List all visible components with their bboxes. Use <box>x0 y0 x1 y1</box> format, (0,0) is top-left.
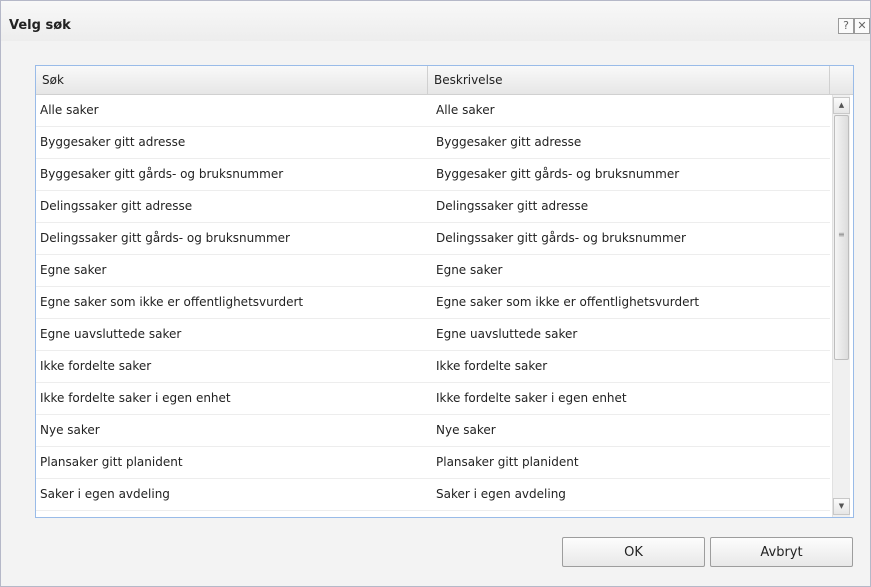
column-header-sok[interactable]: Søk <box>36 66 428 94</box>
cell-beskrivelse: Saker i egen avdeling <box>436 487 566 501</box>
scroll-down-arrow-icon[interactable]: ▼ <box>833 498 850 515</box>
table-row[interactable]: Byggesaker gitt gårds- og bruksnummer Byg… <box>36 159 830 191</box>
column-header-filler <box>830 66 853 94</box>
cancel-button[interactable]: Avbryt <box>710 537 853 567</box>
table-row[interactable]: Byggesaker gitt adresse Byggesaker gitt a… <box>36 127 830 159</box>
help-icon[interactable]: ? <box>838 18 854 34</box>
cell-beskrivelse: Ikke fordelte saker <box>436 359 548 373</box>
cell-sok: Byggesaker gitt adresse <box>40 135 186 149</box>
cell-sok: Delingssaker gitt adresse <box>40 199 193 213</box>
cell-sok: Nye saker <box>40 423 100 437</box>
cell-beskrivelse: Nye saker <box>436 423 496 437</box>
close-icon[interactable]: ✕ <box>854 18 870 34</box>
cell-beskrivelse: Egne saker som ikke er offentlighetsvurd… <box>436 295 700 309</box>
grid-header: Søk Beskrivelse <box>36 66 853 95</box>
cell-beskrivelse: Alle saker <box>436 103 495 117</box>
cell-sok: Byggesaker gitt gårds- og bruksnummer <box>40 167 284 181</box>
scrollbar-thumb[interactable]: ≡ <box>834 115 849 360</box>
table-row[interactable]: Egne saker som ikke er offentlighetsvurd… <box>36 287 830 319</box>
cell-beskrivelse: Plansaker gitt planident <box>436 455 579 469</box>
grid-body: Alle saker Alle saker Byggesaker gitt adr… <box>36 95 830 517</box>
table-row[interactable]: Nye saker Nye saker <box>36 415 830 447</box>
cell-sok: Egne uavsluttede saker <box>40 327 182 341</box>
cell-beskrivelse: Byggesaker gitt gårds- og bruksnummer <box>436 167 680 181</box>
cell-sok: Delingssaker gitt gårds- og bruksnummer <box>40 231 290 245</box>
cell-beskrivelse: Egne saker <box>436 263 503 277</box>
table-row[interactable]: Saker i egen avdeling Saker i egen avdeli… <box>36 479 830 511</box>
table-row[interactable]: Plansaker gitt planident Plansaker gitt p… <box>36 447 830 479</box>
cell-beskrivelse: Delingssaker gitt gårds- og bruksnummer <box>436 231 686 245</box>
cell-sok: Plansaker gitt planident <box>40 455 183 469</box>
cell-sok: Ikke fordelte saker <box>40 359 152 373</box>
table-row[interactable]: Delingssaker gitt adresse Delingssaker gi… <box>36 191 830 223</box>
dialog-title: Velg søk <box>9 18 71 33</box>
table-row[interactable]: Delingssaker gitt gårds- og bruksnummer D… <box>36 223 830 255</box>
cell-beskrivelse: Byggesaker gitt adresse <box>436 135 582 149</box>
cell-sok: Egne saker <box>40 263 107 277</box>
cell-beskrivelse: Ikke fordelte saker i egen enhet <box>436 391 627 405</box>
cell-sok: Ikke fordelte saker i egen enhet <box>40 391 231 405</box>
select-search-dialog: Velg søk ? ✕ Søk Beskrivelse Alle saker A… <box>0 0 871 587</box>
column-header-beskrivelse[interactable]: Beskrivelse <box>428 66 830 94</box>
scroll-up-arrow-icon[interactable]: ▲ <box>833 97 850 114</box>
cell-beskrivelse: Delingssaker gitt adresse <box>436 199 589 213</box>
ok-button[interactable]: OK <box>562 537 705 567</box>
cell-beskrivelse: Egne uavsluttede saker <box>436 327 578 341</box>
scrollbar-grip-icon: ≡ <box>838 230 845 239</box>
table-row[interactable]: Ikke fordelte saker i egen enhet Ikke for… <box>36 383 830 415</box>
cell-sok: Saker i egen avdeling <box>40 487 170 501</box>
cell-sok: Alle saker <box>40 103 99 117</box>
table-row[interactable]: Ikke fordelte saker Ikke fordelte saker <box>36 351 830 383</box>
search-grid: Søk Beskrivelse Alle saker Alle saker Byg… <box>35 65 854 518</box>
table-row[interactable]: Alle saker Alle saker <box>36 95 830 127</box>
cell-sok: Egne saker som ikke er offentlighetsvurd… <box>40 295 304 309</box>
table-row[interactable]: Egne uavsluttede saker Egne uavsluttede s… <box>36 319 830 351</box>
dialog-titlebar: Velg søk ? ✕ <box>1 1 870 41</box>
vertical-scrollbar[interactable]: ▲ ≡ ▼ <box>832 95 850 517</box>
table-row[interactable]: Egne saker Egne saker <box>36 255 830 287</box>
